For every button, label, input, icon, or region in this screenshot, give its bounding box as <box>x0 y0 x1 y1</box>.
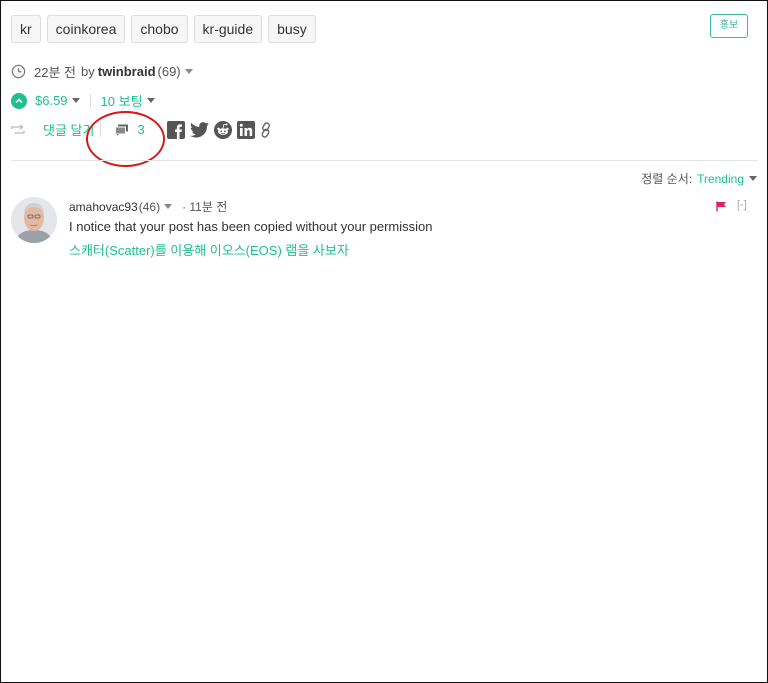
comment-author-reputation: (46) <box>138 199 161 214</box>
tag-kr[interactable]: kr <box>11 15 41 43</box>
author-menu-caret[interactable] <box>184 69 193 74</box>
avatar-image <box>11 197 57 243</box>
twitter-icon[interactable] <box>189 121 209 138</box>
clock-icon <box>11 64 26 79</box>
facebook-icon[interactable] <box>166 120 185 139</box>
post-time: 22분 전 <box>34 65 76 80</box>
divider <box>89 93 91 108</box>
sort-order[interactable]: 정렬 순서: Trending <box>641 170 757 187</box>
section-divider <box>11 160 758 161</box>
comment-author[interactable]: amahovac93 <box>69 200 138 214</box>
comment-author-caret[interactable] <box>164 204 173 209</box>
votes-caret[interactable] <box>146 98 155 103</box>
reddit-icon[interactable] <box>213 120 232 139</box>
comment-link[interactable]: 스캐터(Scatter)를 이용해 이오스(EOS) 램을 사보자 <box>69 240 349 259</box>
avatar[interactable] <box>11 197 57 243</box>
tag-busy[interactable]: busy <box>268 15 316 43</box>
share-icons <box>166 120 272 139</box>
payout-value[interactable]: $6.59 <box>35 93 68 108</box>
upvote-button[interactable] <box>11 92 27 109</box>
comment-count-annotation-circle <box>86 111 165 167</box>
payout-caret[interactable] <box>71 98 80 103</box>
by-label: by <box>81 64 95 79</box>
post-meta: 22분 전 by twinbraid (69) <box>11 62 193 81</box>
collapse-button[interactable]: [-] <box>737 199 747 211</box>
resteem-icon[interactable] <box>11 123 25 136</box>
sort-label: 정렬 순서: <box>641 172 693 186</box>
author-reputation: (69) <box>157 64 181 79</box>
linkedin-icon[interactable] <box>236 120 255 139</box>
comment-header: amahovac93 (46) · 11분 전 <box>69 198 231 215</box>
votes-count[interactable]: 10 보팅 <box>101 91 143 110</box>
tag-list: kr coinkorea chobo kr-guide busy <box>11 15 316 43</box>
flag-icon[interactable] <box>716 201 727 212</box>
promote-button[interactable]: 홍보 <box>710 14 748 38</box>
sort-value[interactable]: Trending <box>697 172 744 186</box>
sort-caret[interactable] <box>749 176 757 181</box>
post-author[interactable]: twinbraid <box>98 64 156 79</box>
tag-coinkorea[interactable]: coinkorea <box>46 15 126 43</box>
chevron-up-icon <box>15 97 23 103</box>
comment-body: I notice that your post has been copied … <box>69 219 433 234</box>
comment-time: · 11분 전 <box>182 200 228 214</box>
vote-row: $6.59 10 보팅 <box>11 91 155 110</box>
tag-kr-guide[interactable]: kr-guide <box>193 15 263 43</box>
link-icon[interactable] <box>260 121 272 138</box>
tag-chobo[interactable]: chobo <box>131 15 188 43</box>
